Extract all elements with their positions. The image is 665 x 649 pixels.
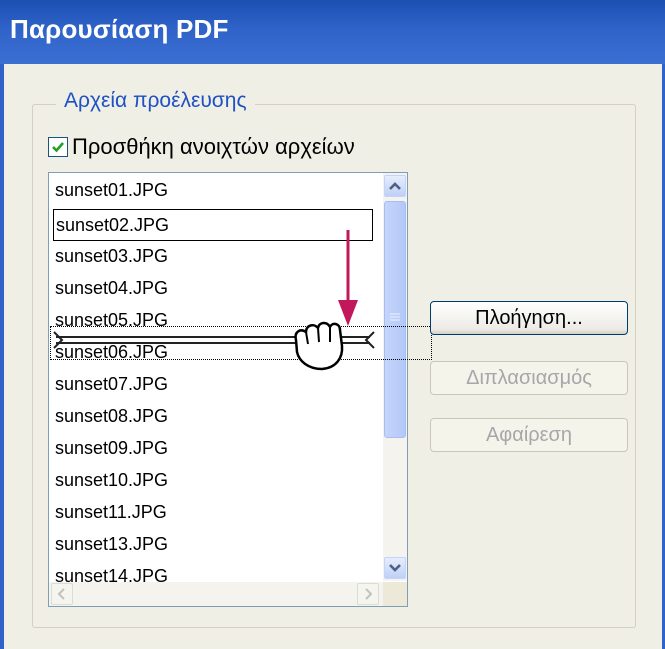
scroll-right-button[interactable] [357, 583, 379, 605]
chevron-up-icon [389, 182, 401, 190]
vertical-scroll-thumb[interactable] [384, 201, 406, 438]
scroll-left-button[interactable] [51, 583, 73, 605]
grip-icon [390, 313, 400, 321]
title-bar[interactable]: Παρουσίαση PDF [0, 0, 665, 64]
hand-grab-icon [294, 321, 344, 371]
window-frame-left [0, 64, 4, 649]
vertical-scrollbar[interactable] [383, 173, 407, 581]
browse-button[interactable]: Πλοήγηση... [430, 301, 628, 335]
add-open-files-checkbox[interactable] [48, 137, 68, 157]
scroll-up-button[interactable] [384, 175, 406, 197]
add-open-files-label: Προσθήκη ανοιχτών αρχείων [72, 134, 355, 159]
list-item[interactable]: sunset08.JPG [55, 401, 375, 431]
list-item[interactable]: sunset10.JPG [55, 465, 375, 495]
chevron-down-icon [389, 564, 401, 572]
list-item[interactable]: sunset09.JPG [55, 433, 375, 463]
list-item[interactable]: sunset01.JPG [55, 175, 375, 205]
chevron-left-icon [57, 588, 65, 600]
chevron-right-icon [365, 588, 373, 600]
list-item[interactable]: sunset11.JPG [55, 497, 375, 527]
remove-button[interactable]: Αφαίρεση [430, 418, 628, 452]
checkmark-icon [52, 142, 64, 153]
arrow-down-icon [338, 230, 358, 326]
scroll-down-button[interactable] [384, 557, 406, 579]
window-title: Παρουσίαση PDF [10, 14, 229, 44]
horizontal-scrollbar[interactable] [49, 582, 383, 606]
drag-overlay [53, 230, 375, 371]
add-open-files-option[interactable]: Προσθήκη ανοιχτών αρχείων [48, 134, 355, 160]
pdf-presentation-dialog: Παρουσίαση PDF Αρχεία προέλευσης Προσθήκ… [0, 0, 665, 649]
list-item[interactable]: sunset13.JPG [55, 529, 375, 559]
duplicate-button[interactable]: Διπλασιασμός [430, 361, 628, 395]
scrollbar-corner [383, 582, 407, 606]
source-files-group-label: Αρχεία προέλευσης [56, 89, 255, 113]
